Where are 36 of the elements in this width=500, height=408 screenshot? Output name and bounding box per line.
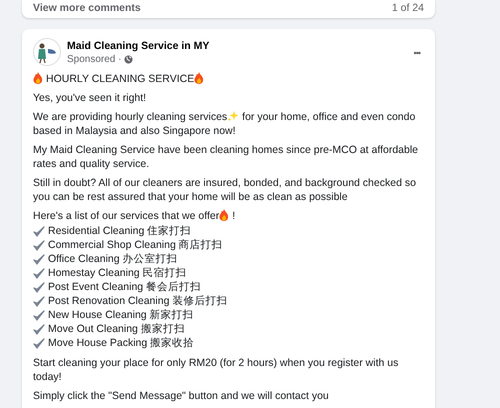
more-options-button[interactable]: ••• (410, 46, 424, 60)
check-icon (33, 268, 45, 278)
comment-count: 1 of 24 (392, 2, 424, 14)
globe-icon (124, 54, 134, 64)
sponsored-label: Sponsored · (67, 54, 122, 64)
post-text: Still in doubt? All of our cleaners are insured, bonded, and background checked so you can be rest assured that your home will be as clean as possible (33, 176, 417, 204)
service-item: Post Renovation Cleaning 装修后打扫 (48, 294, 228, 308)
fire-icon (33, 72, 43, 84)
service-item: Office Cleaning 办公室打扫 (48, 252, 178, 266)
check-icon (33, 296, 45, 306)
check-icon (33, 324, 45, 334)
fire-icon (219, 209, 230, 221)
check-icon (33, 226, 45, 236)
fire-icon (194, 72, 204, 84)
check-icon (33, 310, 45, 320)
post-text: HOURLY CLEANING SERVICE (33, 72, 425, 86)
author-name[interactable]: Maid Cleaning Service in MY (67, 40, 404, 52)
check-icon (33, 254, 45, 264)
check-icon (33, 338, 45, 348)
check-icon (33, 282, 45, 292)
service-item: Move Out Cleaning 搬家打扫 (48, 322, 185, 336)
service-item: Post Event Cleaning 餐会后打扫 (48, 280, 202, 294)
service-item: Commercial Shop Cleaning 商店打扫 (48, 238, 223, 252)
service-item: Move House Packing 搬家收拾 (48, 336, 194, 350)
list-intro: Here's a list of our services that we offer ! (33, 210, 236, 222)
post-text: My Maid Cleaning Service have been cleaning homes since pre-MCO at affordable rates and quality service. (33, 143, 420, 171)
view-more-comments-link[interactable]: View more comments (33, 2, 141, 14)
post-text: Simply click the "Send Message" button and we will contact you (33, 389, 330, 403)
post-text: Yes, you've seen it right! (33, 91, 148, 105)
post-text: We are providing hourly cleaning services for your home, office and even condo based in Malaysia and also Singapore now! (33, 110, 416, 138)
check-icon (33, 240, 45, 250)
service-item: Residential Cleaning 住家打扫 (48, 224, 192, 238)
post-text: Start cleaning your place for only RM20 (for 2 hours) when you register with us today! (33, 356, 400, 384)
sparkles-icon (227, 110, 240, 122)
service-item: New House Cleaning 新家打扫 (48, 308, 194, 322)
service-item: Homestay Cleaning 民宿打扫 (48, 266, 187, 280)
